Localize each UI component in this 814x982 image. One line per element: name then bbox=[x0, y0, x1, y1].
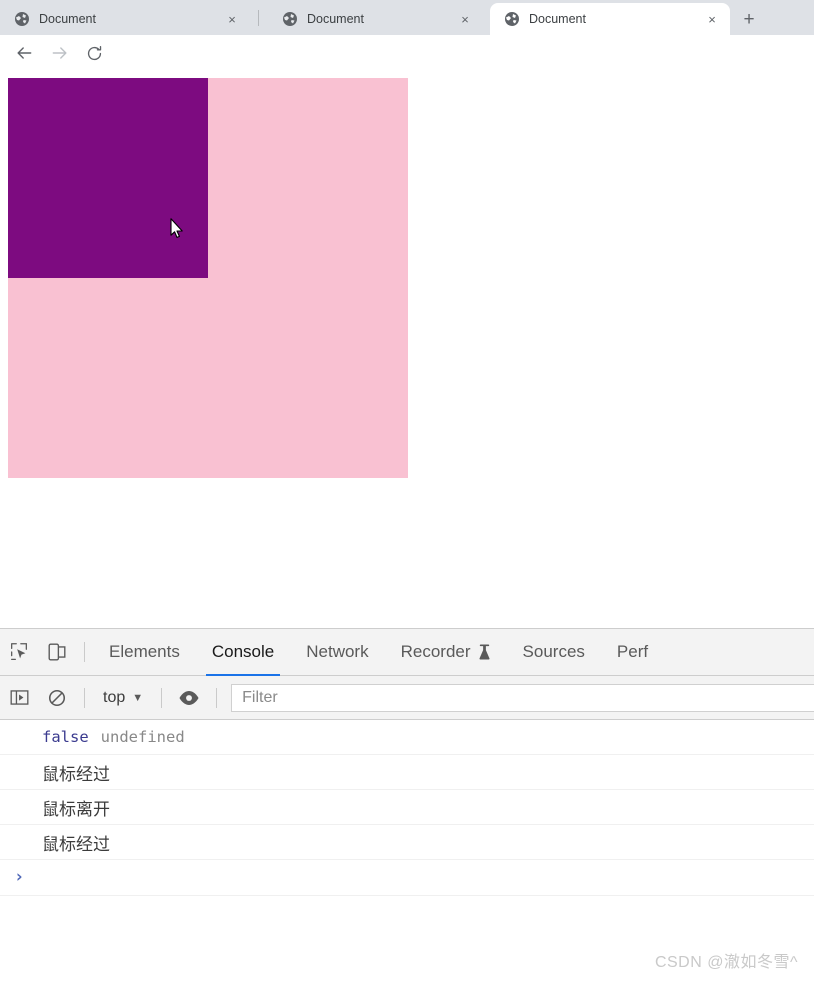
device-toolbar-icon[interactable] bbox=[38, 632, 76, 672]
tab-divider bbox=[258, 10, 259, 26]
devtools-panel: Elements Console Network Recorder Source… bbox=[0, 628, 814, 982]
devtools-tabbar: Elements Console Network Recorder Source… bbox=[0, 629, 814, 676]
browser-tab-2[interactable]: Document × bbox=[268, 3, 483, 35]
outer-pink-box[interactable] bbox=[8, 78, 408, 478]
console-message-log: 鼠标经过 bbox=[0, 755, 814, 790]
console-token-false: false bbox=[42, 728, 89, 746]
prompt-chevron-icon: › bbox=[14, 867, 25, 887]
tab-label: Sources bbox=[522, 642, 585, 661]
browser-window: Document × Document × Document × + Eleme… bbox=[0, 0, 814, 982]
console-sidebar-icon[interactable] bbox=[0, 678, 38, 718]
console-message-log: 鼠标离开 bbox=[0, 790, 814, 825]
tab-label: Console bbox=[211, 642, 275, 661]
browser-toolbar: 127.0.0.1:5500/04-code/06-mouseover和mous… bbox=[0, 35, 814, 105]
toolbar-divider bbox=[84, 642, 85, 662]
tab-label: Recorder bbox=[400, 642, 471, 661]
globe-icon bbox=[14, 11, 30, 27]
new-tab-button[interactable]: + bbox=[735, 8, 763, 30]
browser-tab-3-active[interactable]: Document × bbox=[490, 3, 730, 35]
chevron-down-icon: ▼ bbox=[132, 691, 144, 704]
tab-title: Document bbox=[529, 12, 586, 26]
console-token-undefined: undefined bbox=[100, 728, 185, 746]
tab-close-button[interactable]: × bbox=[457, 11, 473, 27]
tab-title: Document bbox=[39, 12, 96, 26]
clear-console-icon[interactable] bbox=[38, 678, 76, 718]
toolbar-divider bbox=[216, 687, 218, 708]
tab-strip: Document × Document × Document × + bbox=[0, 0, 814, 35]
globe-icon bbox=[504, 11, 520, 27]
devtools-tab-network[interactable]: Network bbox=[290, 629, 384, 676]
toolbar-divider bbox=[161, 687, 163, 708]
console-output: false undefined 鼠标经过 鼠标离开 鼠标经过 › bbox=[0, 720, 814, 982]
devtools-tab-elements[interactable]: Elements bbox=[93, 629, 196, 676]
console-message-log: 鼠标经过 bbox=[0, 825, 814, 860]
devtools-tab-recorder[interactable]: Recorder bbox=[385, 629, 507, 676]
tab-title: Document bbox=[307, 12, 364, 26]
back-arrow-icon[interactable] bbox=[12, 41, 36, 65]
devtools-tab-console[interactable]: Console bbox=[196, 629, 290, 676]
globe-icon bbox=[282, 11, 298, 27]
console-filter-input[interactable]: Filter bbox=[231, 683, 814, 712]
console-toolbar: top ▼ Filter bbox=[0, 676, 814, 720]
reload-icon[interactable] bbox=[82, 41, 106, 65]
tab-label: Network bbox=[306, 642, 369, 661]
tab-close-button[interactable]: × bbox=[704, 11, 720, 27]
toolbar-divider bbox=[84, 687, 85, 708]
forward-arrow-icon[interactable] bbox=[48, 41, 72, 65]
flask-icon bbox=[478, 644, 491, 661]
console-input-prompt[interactable]: › bbox=[0, 860, 814, 896]
page-viewport bbox=[0, 70, 814, 628]
tab-label: Elements bbox=[109, 642, 180, 661]
devtools-tab-sources[interactable]: Sources bbox=[507, 629, 601, 676]
console-context-selector[interactable]: top ▼ bbox=[93, 689, 153, 707]
tab-label: Perf bbox=[616, 642, 649, 661]
devtools-tab-performance[interactable]: Perf bbox=[601, 629, 664, 676]
browser-tab-1[interactable]: Document × bbox=[0, 3, 250, 35]
tab-close-button[interactable]: × bbox=[224, 11, 240, 27]
console-message-eval: false undefined bbox=[0, 720, 814, 755]
inner-purple-box[interactable] bbox=[8, 78, 208, 278]
inspect-element-icon[interactable] bbox=[0, 632, 38, 672]
context-label: top bbox=[103, 688, 126, 706]
live-expression-eye-icon[interactable] bbox=[170, 678, 208, 718]
watermark: CSDN @澈如冬雪^ bbox=[654, 954, 798, 971]
